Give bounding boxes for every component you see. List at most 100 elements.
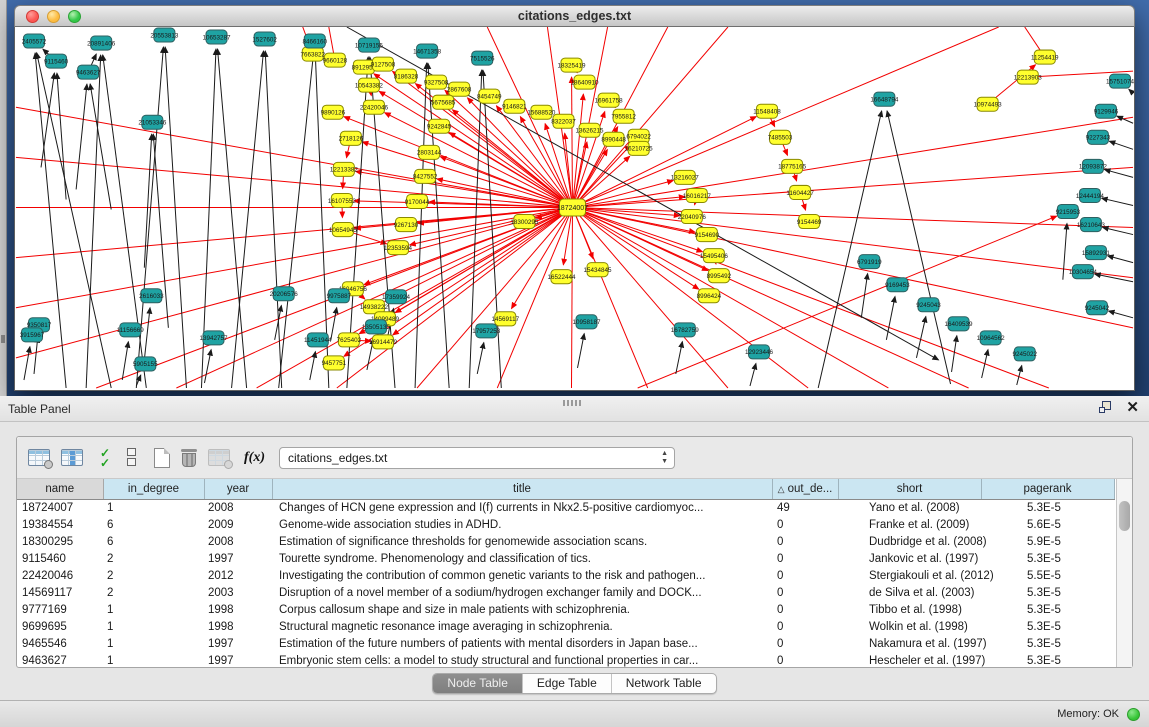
rows-icon[interactable] bbox=[127, 448, 136, 468]
column-header-pagerank[interactable]: pagerank bbox=[981, 479, 1114, 499]
network-node[interactable]: 16210643 bbox=[1077, 218, 1106, 232]
network-node[interactable]: 9170044 bbox=[405, 194, 430, 208]
network-node[interactable]: 18775165 bbox=[778, 159, 807, 173]
tab-edge-table[interactable]: Edge Table bbox=[523, 674, 612, 693]
network-node[interactable]: 8427552 bbox=[413, 169, 438, 183]
network-node[interactable]: 22040976 bbox=[678, 210, 707, 224]
network-node[interactable]: 15434845 bbox=[584, 263, 613, 277]
network-node[interactable]: 8466160 bbox=[303, 34, 328, 48]
network-node[interactable]: 9169453 bbox=[885, 278, 910, 292]
network-node[interactable]: 16961758 bbox=[595, 93, 624, 107]
network-node[interactable]: 10719155 bbox=[355, 38, 384, 52]
network-node[interactable]: 2405572 bbox=[22, 34, 47, 48]
network-node[interactable]: 8995492 bbox=[707, 269, 732, 283]
network-file-dropdown[interactable]: citations_edges.txt ▲▼ bbox=[279, 447, 675, 469]
function-builder-icon[interactable]: f(x) bbox=[244, 450, 265, 466]
network-node[interactable]: 9154469 bbox=[797, 215, 822, 229]
scrollbar-thumb[interactable] bbox=[1119, 501, 1130, 531]
collapsed-panel-strip[interactable] bbox=[0, 0, 7, 396]
network-node[interactable]: 8996424 bbox=[697, 289, 722, 303]
network-node[interactable]: 8186328 bbox=[394, 69, 419, 83]
network-node[interactable]: 10653287 bbox=[202, 30, 231, 44]
column-header-in_degree[interactable]: in_degree bbox=[103, 479, 204, 499]
network-node[interactable]: 12213903 bbox=[1014, 70, 1043, 84]
network-node[interactable]: 18724007 bbox=[557, 199, 588, 216]
network-node[interactable]: 2867608 bbox=[447, 82, 472, 96]
network-node[interactable]: 13626215 bbox=[576, 123, 605, 137]
network-node[interactable]: 16914479 bbox=[369, 335, 398, 349]
network-node[interactable]: 20206576 bbox=[270, 287, 299, 301]
network-node[interactable]: 18325419 bbox=[557, 58, 586, 72]
network-node[interactable]: 10304654 bbox=[1069, 265, 1098, 279]
tab-node-table[interactable]: Node Table bbox=[433, 674, 523, 693]
network-node[interactable]: 9245022 bbox=[1012, 347, 1037, 361]
network-node[interactable]: 8454749 bbox=[477, 89, 502, 103]
table-row[interactable]: 946554611997Estimation of the future num… bbox=[17, 635, 1114, 652]
network-node[interactable]: 8990448 bbox=[601, 132, 626, 146]
table-row[interactable]: 969969511998Structural magnetic resonanc… bbox=[17, 618, 1114, 635]
network-node[interactable]: 12213382 bbox=[330, 162, 359, 176]
network-node[interactable]: 18300295 bbox=[510, 215, 539, 229]
network-node[interactable]: 21053346 bbox=[138, 115, 167, 129]
network-node[interactable]: 11604427 bbox=[786, 185, 814, 199]
network-node[interactable]: 2616033 bbox=[139, 289, 164, 303]
window-titlebar[interactable]: citations_edges.txt bbox=[14, 5, 1135, 27]
network-node[interactable]: 14569117 bbox=[492, 312, 520, 326]
network-node[interactable]: 2718126 bbox=[339, 131, 364, 145]
table-vertical-scrollbar[interactable] bbox=[1116, 479, 1132, 667]
network-node[interactable]: 11156669 bbox=[117, 323, 145, 337]
column-header-out_degree[interactable]: △out_de... bbox=[772, 479, 838, 499]
network-node[interactable]: 16210725 bbox=[625, 141, 654, 155]
network-node[interactable]: 10964562 bbox=[977, 331, 1006, 345]
table-options-icon[interactable] bbox=[28, 449, 50, 466]
table-row[interactable]: 1938455462009Genome-wide association stu… bbox=[17, 516, 1114, 533]
network-node[interactable]: 13216027 bbox=[671, 170, 700, 184]
network-node[interactable]: 9245042 bbox=[1085, 301, 1110, 315]
tab-network-table[interactable]: Network Table bbox=[612, 674, 716, 693]
network-node[interactable]: 9154690 bbox=[695, 228, 720, 242]
show-columns-icon[interactable] bbox=[61, 449, 83, 466]
network-node[interactable]: 2803144 bbox=[417, 145, 442, 159]
network-node[interactable]: 15892931 bbox=[1082, 246, 1111, 260]
table-row[interactable]: 977716911998Corpus callosum shape and si… bbox=[17, 601, 1114, 618]
network-node[interactable]: 8322037 bbox=[551, 114, 576, 128]
network-canvas[interactable]: 1872400718300295766382296601288912954105… bbox=[14, 27, 1135, 391]
network-node[interactable]: 16016217 bbox=[683, 188, 712, 202]
column-header-year[interactable]: year bbox=[204, 479, 272, 499]
delete-icon[interactable] bbox=[181, 448, 197, 468]
network-node[interactable]: 7515526 bbox=[470, 51, 495, 65]
network-node[interactable]: 12353594 bbox=[384, 241, 413, 255]
network-node[interactable]: 1527602 bbox=[252, 32, 277, 46]
network-node[interactable]: 13505135 bbox=[362, 320, 391, 334]
network-node[interactable]: 9245043 bbox=[916, 298, 941, 312]
network-node[interactable]: 17957253 bbox=[472, 324, 501, 338]
network-node[interactable]: 5675685 bbox=[431, 95, 456, 109]
network-node[interactable]: 13942757 bbox=[199, 331, 228, 345]
table-row[interactable]: 1456911722003Disruption of a novel membe… bbox=[17, 584, 1114, 601]
network-node[interactable]: 9129946 bbox=[1094, 104, 1119, 118]
network-node[interactable]: 7955812 bbox=[611, 109, 636, 123]
network-node[interactable]: 11254419 bbox=[1031, 50, 1059, 64]
network-node[interactable]: 7485503 bbox=[768, 130, 793, 144]
network-node[interactable]: 17359924 bbox=[382, 290, 411, 304]
network-node[interactable]: 9267130 bbox=[394, 218, 419, 232]
network-node[interactable]: 3915967 bbox=[20, 328, 45, 342]
column-header-name[interactable]: name bbox=[17, 479, 103, 499]
network-node[interactable]: 9327508 bbox=[424, 75, 449, 89]
network-node[interactable]: 20891406 bbox=[87, 36, 116, 50]
network-node[interactable]: 16409539 bbox=[945, 317, 974, 331]
network-node[interactable]: 22420046 bbox=[360, 100, 389, 114]
column-header-title[interactable]: title bbox=[272, 479, 772, 499]
network-node[interactable]: 14671358 bbox=[413, 44, 442, 58]
table-row[interactable]: 911546021997Tourette syndrome. Phenomeno… bbox=[17, 550, 1114, 567]
network-node[interactable]: 6791919 bbox=[857, 255, 882, 269]
network-node[interactable]: 11548408 bbox=[753, 104, 781, 118]
table-row[interactable]: 1830029562008Estimation of significance … bbox=[17, 533, 1114, 550]
table-row[interactable]: 2242004622012Investigating the contribut… bbox=[17, 567, 1114, 584]
network-node[interactable]: 15495406 bbox=[700, 249, 729, 263]
network-node[interactable]: 9146821 bbox=[502, 99, 527, 113]
network-node[interactable]: 20553813 bbox=[150, 28, 179, 42]
network-node[interactable]: 12444194 bbox=[1076, 188, 1105, 202]
network-node[interactable]: 16107552 bbox=[328, 193, 357, 207]
network-node[interactable]: 12093872 bbox=[1079, 159, 1108, 173]
